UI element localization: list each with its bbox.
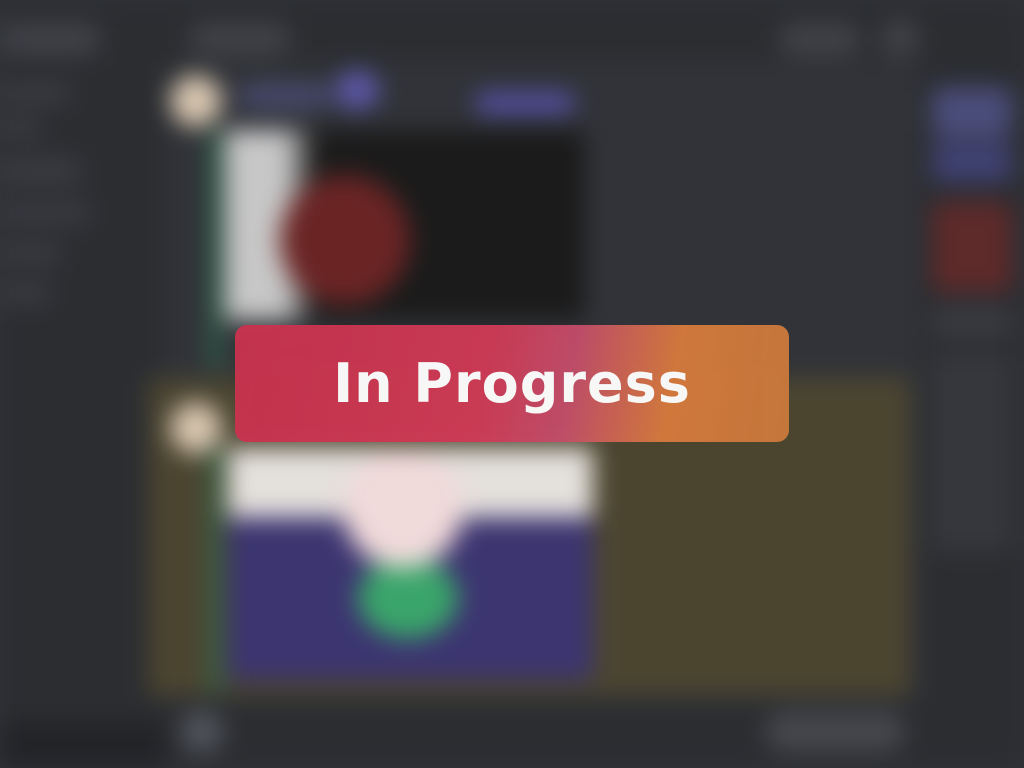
message-meta-placeholder bbox=[475, 92, 575, 114]
sidebar-item[interactable] bbox=[0, 282, 50, 304]
message-image[interactable] bbox=[225, 130, 585, 320]
sidebar-item[interactable] bbox=[0, 82, 70, 104]
message-avatar[interactable] bbox=[170, 402, 222, 454]
embed-accent-bar bbox=[210, 130, 220, 370]
member-item[interactable] bbox=[932, 87, 1012, 137]
user-panel-placeholder bbox=[0, 722, 165, 768]
sidebar-item[interactable] bbox=[0, 157, 80, 185]
toolbar-icons-placeholder[interactable] bbox=[780, 22, 860, 56]
channel-sidebar bbox=[0, 62, 165, 768]
app-window: In Progress bbox=[0, 0, 1024, 768]
embed-accent-bar bbox=[210, 448, 220, 693]
status-badge-label: In Progress bbox=[333, 352, 691, 415]
sidebar-item[interactable] bbox=[0, 117, 40, 139]
status-badge: In Progress bbox=[235, 325, 789, 442]
sidebar-item[interactable] bbox=[0, 242, 60, 264]
server-name-placeholder bbox=[0, 22, 100, 56]
message-composer bbox=[165, 700, 920, 768]
member-item[interactable] bbox=[932, 142, 1012, 182]
member-item[interactable] bbox=[932, 307, 1012, 337]
sidebar-item[interactable] bbox=[0, 202, 90, 224]
avatar-icon[interactable] bbox=[880, 18, 920, 58]
member-item[interactable] bbox=[932, 352, 1012, 552]
message-avatar[interactable] bbox=[170, 75, 222, 127]
message-author-placeholder bbox=[240, 85, 330, 107]
attach-icon[interactable] bbox=[180, 710, 224, 754]
member-list-panel bbox=[920, 62, 1024, 768]
channel-name-placeholder bbox=[190, 22, 290, 56]
composer-actions-placeholder[interactable] bbox=[765, 712, 905, 752]
role-badge-placeholder bbox=[335, 70, 380, 110]
message-image[interactable] bbox=[228, 448, 593, 680]
top-bar bbox=[0, 0, 1024, 62]
member-item[interactable] bbox=[932, 202, 1012, 292]
